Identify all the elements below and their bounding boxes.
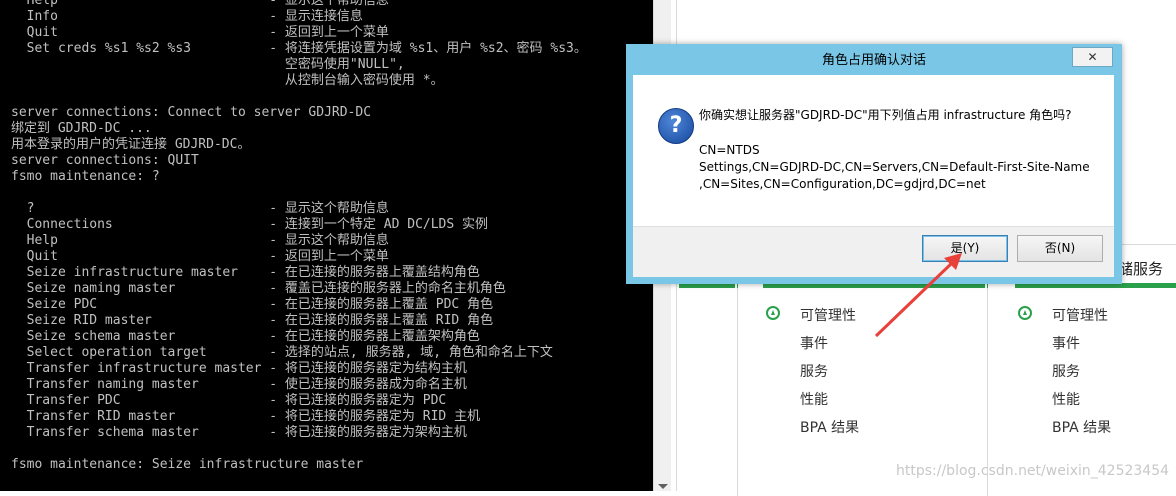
arrow-shaft bbox=[874, 260, 955, 338]
annotation-arrow bbox=[874, 253, 962, 338]
watermark: https://blog.csdn.net/weixin_42523454 bbox=[896, 463, 1170, 479]
